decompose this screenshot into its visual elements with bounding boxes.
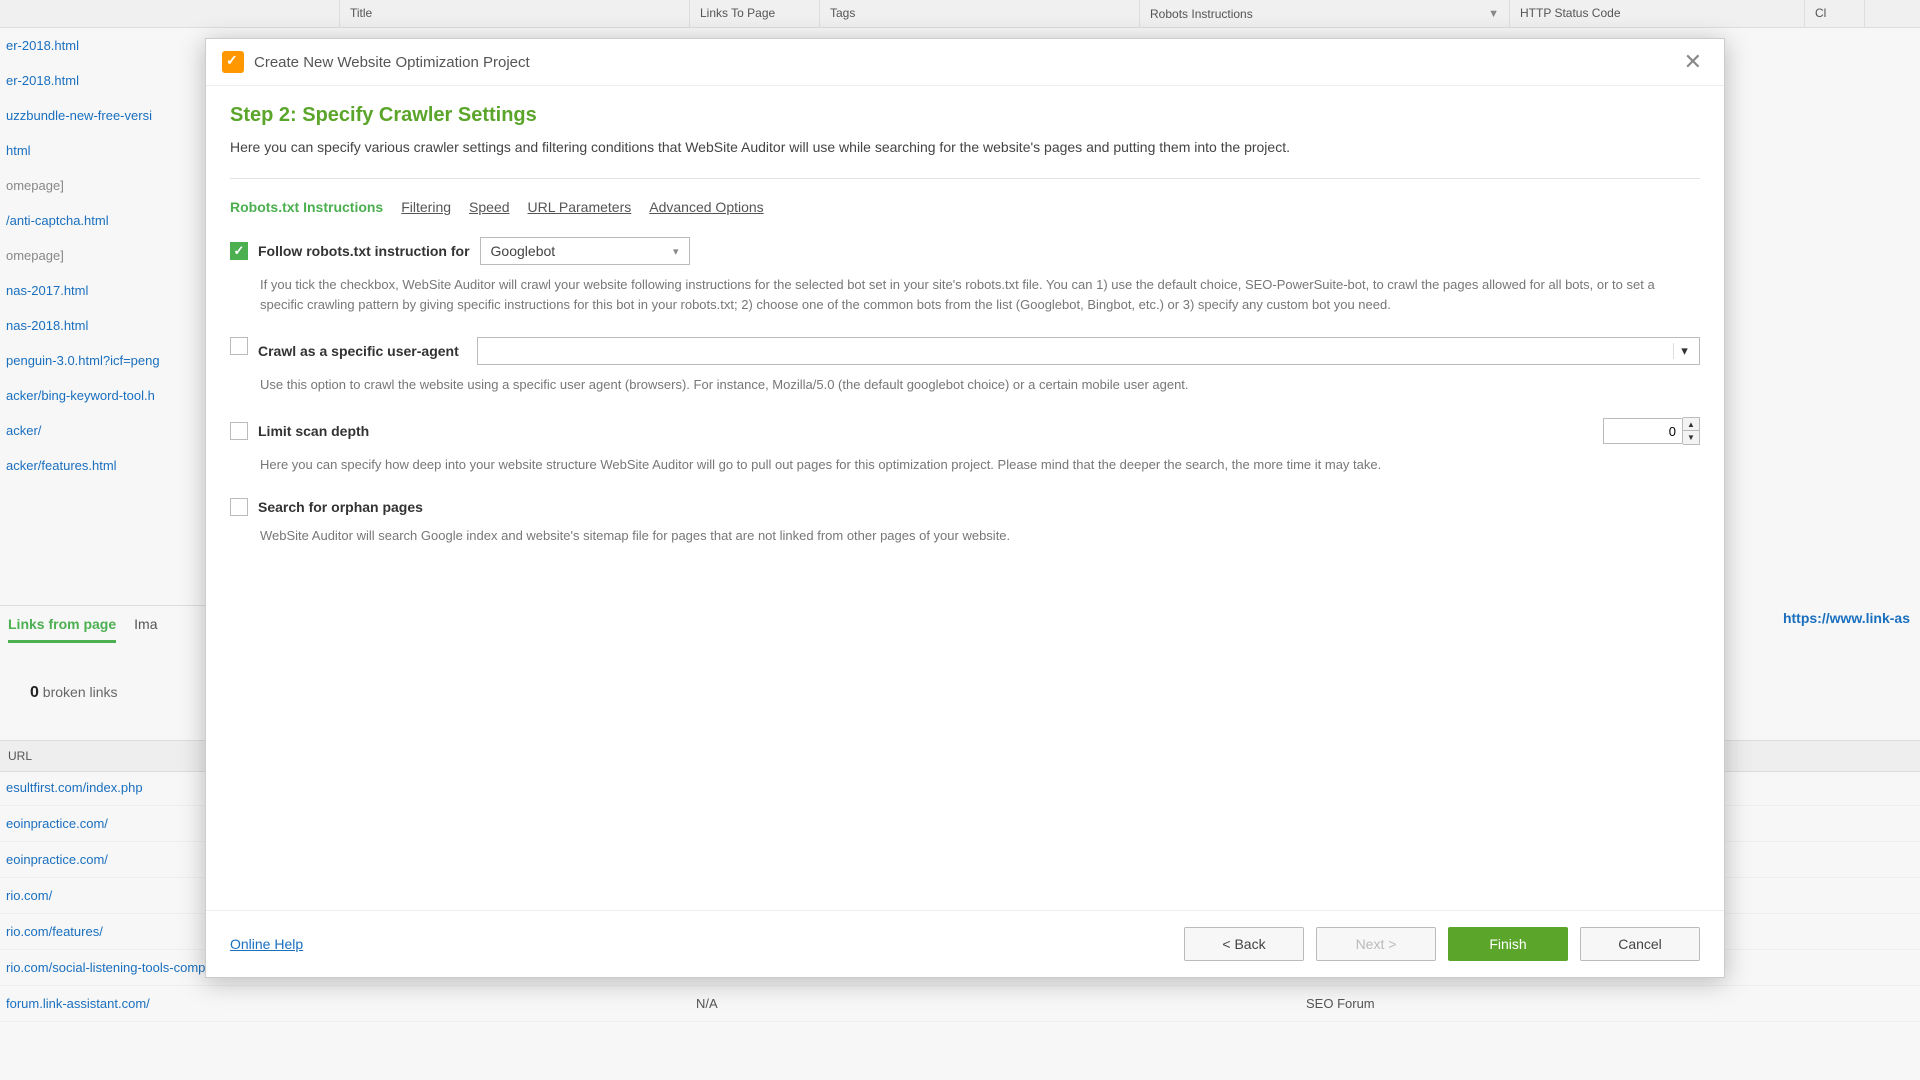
col-links-to-page[interactable]: Links To Page	[690, 0, 820, 27]
label-orphan-pages: Search for orphan pages	[258, 499, 423, 515]
settings-tab[interactable]: Filtering	[401, 199, 451, 215]
step-title: Step 2: Specify Crawler Settings	[230, 104, 1700, 127]
checkbox-orphan-pages[interactable]	[230, 498, 248, 516]
checkbox-user-agent[interactable]	[230, 337, 248, 355]
label-follow-robots: Follow robots.txt instruction for	[258, 243, 470, 259]
close-icon[interactable]: ✕	[1678, 49, 1708, 75]
background-page-list: er-2018.htmler-2018.htmluzzbundle-new-fr…	[0, 28, 210, 483]
page-row[interactable]: html	[0, 133, 210, 168]
bot-select-value: Googlebot	[491, 243, 556, 259]
option-user-agent: Crawl as a specific user-agent ▾ Use thi…	[230, 337, 1700, 395]
next-button: Next >	[1316, 927, 1436, 961]
scan-depth-stepper: ▲ ▼	[1603, 417, 1700, 445]
col-robots-instructions[interactable]: Robots Instructions ▼	[1140, 0, 1510, 27]
right-side-url[interactable]: https://www.link-as	[1783, 610, 1910, 626]
option-orphan-pages: Search for orphan pages WebSite Auditor …	[230, 498, 1700, 546]
step-description: Here you can specify various crawler set…	[230, 137, 1700, 179]
background-table-header: Title Links To Page Tags Robots Instruct…	[0, 0, 1920, 28]
broken-links-label: broken links	[39, 684, 118, 700]
page-row[interactable]: nas-2018.html	[0, 308, 210, 343]
desc-orphan-pages: WebSite Auditor will search Google index…	[260, 526, 1660, 546]
modal-body: Step 2: Specify Crawler Settings Here yo…	[206, 86, 1724, 546]
modal-title: Create New Website Optimization Project	[254, 54, 1678, 71]
option-follow-robots: Follow robots.txt instruction for Google…	[230, 237, 1700, 315]
finish-button[interactable]: Finish	[1448, 927, 1568, 961]
option-scan-depth: Limit scan depth ▲ ▼ Here you can specif…	[230, 417, 1700, 475]
label-user-agent: Crawl as a specific user-agent	[258, 343, 459, 359]
settings-tab[interactable]: Speed	[469, 199, 509, 215]
checkbox-follow-robots[interactable]	[230, 242, 248, 260]
modal-footer: Online Help < Back Next > Finish Cancel	[206, 910, 1724, 977]
page-row[interactable]: omepage]	[0, 168, 210, 203]
settings-tabs: Robots.txt Instructions Filtering Speed URL…	[230, 199, 1700, 215]
url-row[interactable]: forum.link-assistant.com/N/ASEO Forum	[0, 986, 1920, 1022]
broken-links-number: 0	[30, 684, 39, 701]
label-scan-depth: Limit scan depth	[258, 423, 369, 439]
col-blank	[0, 0, 340, 27]
user-agent-input[interactable]: ▾	[477, 337, 1700, 365]
desc-scan-depth: Here you can specify how deep into your …	[260, 455, 1660, 475]
page-row[interactable]: acker/	[0, 413, 210, 448]
col-http-status[interactable]: HTTP Status Code	[1510, 0, 1805, 27]
page-row[interactable]: omepage]	[0, 238, 210, 273]
chevron-down-icon[interactable]: ▾	[1673, 343, 1695, 359]
bot-select[interactable]: Googlebot ▾	[480, 237, 690, 265]
col-tags[interactable]: Tags	[820, 0, 1140, 27]
tab-images[interactable]: Ima	[134, 616, 157, 643]
lower-tabs: Links from page Ima	[0, 605, 210, 653]
online-help-link[interactable]: Online Help	[230, 936, 303, 952]
col-cl[interactable]: Cl	[1805, 0, 1865, 27]
col-robots-label: Robots Instructions	[1150, 7, 1253, 21]
checkbox-scan-depth[interactable]	[230, 422, 248, 440]
page-row[interactable]: uzzbundle-new-free-versi	[0, 98, 210, 133]
desc-follow-robots: If you tick the checkbox, WebSite Audito…	[260, 275, 1660, 315]
stepper-up-icon[interactable]: ▲	[1683, 418, 1699, 431]
page-row[interactable]: acker/features.html	[0, 448, 210, 483]
page-row[interactable]: acker/bing-keyword-tool.h	[0, 378, 210, 413]
tab-links-from-page[interactable]: Links from page	[8, 616, 116, 643]
settings-tab[interactable]: Robots.txt Instructions	[230, 199, 383, 215]
page-row[interactable]: nas-2017.html	[0, 273, 210, 308]
stepper-down-icon[interactable]: ▼	[1683, 431, 1699, 444]
app-icon	[222, 51, 244, 73]
scan-depth-input[interactable]	[1603, 418, 1683, 444]
chevron-down-icon: ▾	[673, 245, 679, 258]
page-row[interactable]: /anti-captcha.html	[0, 203, 210, 238]
create-project-modal: Create New Website Optimization Project …	[205, 38, 1725, 978]
cancel-button[interactable]: Cancel	[1580, 927, 1700, 961]
desc-user-agent: Use this option to crawl the website usi…	[260, 375, 1660, 395]
settings-tab[interactable]: URL Parameters	[528, 199, 632, 215]
col-title[interactable]: Title	[340, 0, 690, 27]
modal-header: Create New Website Optimization Project …	[206, 39, 1724, 86]
settings-tab[interactable]: Advanced Options	[649, 199, 763, 215]
back-button[interactable]: < Back	[1184, 927, 1304, 961]
page-row[interactable]: er-2018.html	[0, 63, 210, 98]
page-row[interactable]: er-2018.html	[0, 28, 210, 63]
broken-links-count: 0 broken links	[0, 670, 210, 716]
chevron-down-icon[interactable]: ▼	[1488, 8, 1499, 20]
page-row[interactable]: penguin-3.0.html?icf=peng	[0, 343, 210, 378]
